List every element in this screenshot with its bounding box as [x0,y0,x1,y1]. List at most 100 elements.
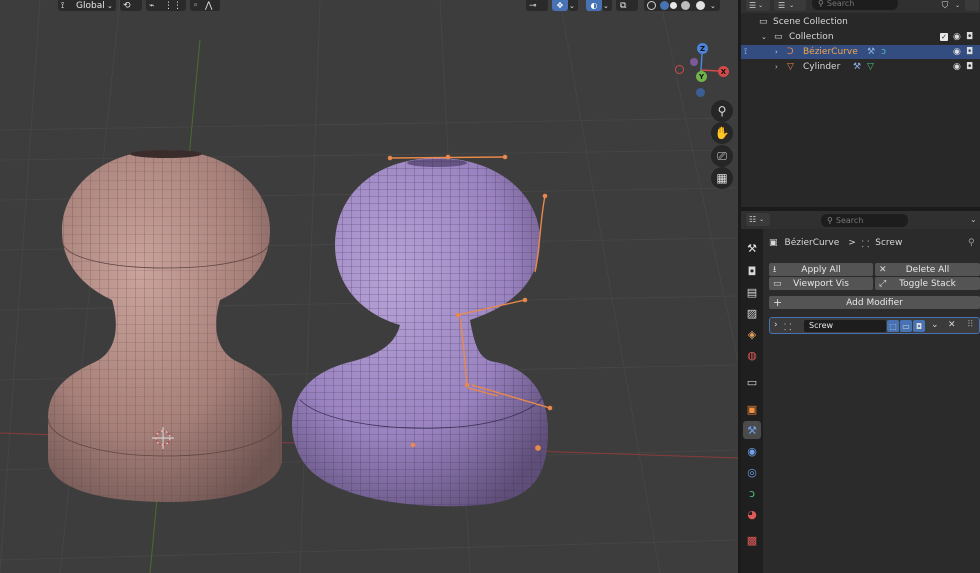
object-data-link-icon: ⟟ [744,47,748,57]
object-data-tab-icon[interactable]: ↄ [743,484,761,502]
edit-mode-toggle-icon[interactable]: ⬚ [887,320,899,332]
modifier-properties: ▣ BézierCurve > ⸬ Screw ⚲ ⭳ Apply All ✕ … [763,229,980,573]
chevron-right-icon[interactable]: › [775,48,778,56]
chevron-down-icon[interactable]: ⌄ [970,215,977,224]
render-camera-icon[interactable]: ◘ [966,47,973,57]
outliner-header: ☰ ⌄ ☰ ⌄ ⚲ ⛉ ⌄ [741,0,980,13]
outliner-editor-icon: ☰ [749,1,757,10]
chevron-down-icon: ⌄ [759,216,765,223]
apply-icon: ⭳ [773,264,777,275]
editor-type-button[interactable]: ☰ ⌄ [746,0,770,11]
pan-hand-icon[interactable]: ✋ [711,122,733,144]
physics-tab-icon[interactable]: ◎ [743,463,761,481]
chevron-down-icon: ⌄ [789,2,795,9]
output-tab-icon[interactable]: ▤ [743,283,761,301]
add-modifier-button[interactable]: + Add Modifier [769,296,980,309]
eye-icon[interactable]: ◉ [953,62,961,72]
collection-tab-icon[interactable]: ▭ [743,373,761,391]
chevron-right-icon[interactable]: › [775,63,778,71]
grid-icon[interactable]: ▦ [711,167,733,189]
scene-collection-icon: ▭ [759,17,768,27]
pink-mesh-object [47,150,283,502]
eye-icon[interactable]: ◉ [953,47,961,57]
3d-viewport[interactable]: ⟟ Global ⌄ ⟲ ⌁ ⋮⋮ ◦ ⋀ ⊸ ✥ ⌄ ◐ ⌄ ⧉ ⌄ Z Y … [0,0,738,573]
particles-tab-icon[interactable]: ◉ [743,442,761,460]
scene-collection-label: Scene Collection [773,17,848,27]
properties-search-field[interactable]: ⚲ [821,214,908,227]
tool-tab-icon[interactable]: ⚒ [743,239,761,257]
filter-icon[interactable]: ⛉ [937,0,953,11]
close-icon: ✕ [879,264,887,275]
chevron-down-icon: ⌄ [758,2,764,9]
scene-tab-icon[interactable]: ◈ [743,325,761,343]
search-icon: ⚲ [827,216,833,225]
curve-data-icon[interactable]: ↄ [881,47,886,57]
modifier-tab-icon[interactable]: ⚒ [743,421,761,439]
chevron-down-icon[interactable]: ⌄ [931,320,939,330]
close-icon[interactable]: ✕ [948,320,956,330]
view-layer-tab-icon[interactable]: ▨ [743,304,761,322]
apply-all-button[interactable]: ⭳ Apply All [769,263,873,276]
render-toggle-icon[interactable]: ◘ [913,320,925,332]
collection-label: Collection [789,32,834,42]
apply-all-label: Apply All [801,264,841,275]
object-tab-icon[interactable]: ▣ [743,400,761,418]
mesh-object-icon: ▽ [787,62,794,72]
object-label[interactable]: Cylinder [803,62,840,72]
outliner: ☰ ⌄ ☰ ⌄ ⚲ ⛉ ⌄ ▭ Scene Collection ⌄ ▭ Col… [741,0,980,207]
texture-tab-icon[interactable]: ▩ [743,531,761,549]
chevron-right-icon[interactable]: › [774,320,778,330]
outliner-object-row[interactable]: ⟟ › ᑐ BézierCurve ⚒ ↄ ◉ ◘ [741,45,980,59]
material-tab-icon[interactable]: ◕ [743,505,761,523]
properties-tab-bar: ⚒ ◘ ▤ ▨ ◈ ◍ ▭ ▣ ⚒ ◉ ◎ ↄ ◕ ▩ [741,229,763,573]
curve-object-icon: ᑐ [787,47,794,57]
render-camera-icon[interactable]: ◘ [966,32,973,42]
wrench-icon[interactable]: ⚒ [853,62,861,72]
curve-object-icon: ▣ [769,238,778,248]
render-camera-icon[interactable]: ◘ [966,62,973,72]
delete-all-button[interactable]: ✕ Delete All [875,263,980,276]
plus-icon: + [773,296,783,309]
modifier-name-field[interactable]: Screw [804,320,886,332]
outliner-scene-collection-row[interactable]: ▭ Scene Collection [741,15,980,29]
chevron-down-icon[interactable]: ⌄ [761,33,767,41]
collection-icon: ▭ [774,32,783,42]
new-collection-button[interactable] [965,0,979,11]
pin-icon[interactable]: ⚲ [968,238,975,248]
eye-icon[interactable]: ◉ [953,32,961,42]
camera-icon[interactable]: ⎚ [711,145,733,167]
object-label[interactable]: BézierCurve [803,47,858,57]
mesh-data-icon[interactable]: ▽ [867,62,874,72]
purple-mesh-object [292,158,548,507]
drag-handle-icon[interactable]: ⠿ [967,320,974,330]
outliner-search-input[interactable] [826,0,898,8]
screw-modifier-icon: ⸬ [784,323,792,333]
viewport-toggle-icon[interactable]: ▭ [900,320,912,332]
viewport-vis-button[interactable]: ▭ Viewport Vis [769,277,873,290]
screw-modifier-panel[interactable]: › ⸬ Screw ⬚ ▭ ◘ ⌄ ✕ ⠿ [769,317,980,334]
search-icon: ⚲ [818,0,824,8]
editor-type-button[interactable]: ☷ ⌄ [746,213,770,226]
outliner-search-field[interactable]: ⚲ [812,0,898,10]
add-modifier-label: Add Modifier [846,297,903,308]
display-mode-button[interactable]: ☰ ⌄ [774,0,806,11]
breadcrumb-modifier: Screw [875,238,903,248]
world-tab-icon[interactable]: ◍ [743,346,761,364]
toggle-stack-button[interactable]: ⤢ Toggle Stack [875,277,980,290]
breadcrumb-separator: > [848,238,856,248]
properties-editor: ☷ ⌄ ⚲ ⌄ ⚒ ◘ ▤ ▨ ◈ ◍ ▭ ▣ ⚒ ◉ ◎ ↄ ◕ ▩ ▣ Bé… [741,211,980,573]
screw-modifier-icon: ⸬ [861,239,870,250]
properties-search-input[interactable] [835,216,908,225]
wrench-icon[interactable]: ⚒ [867,47,875,57]
outliner-collection-row[interactable]: ⌄ ▭ Collection ✓ ◉ ◘ [741,30,980,44]
toggle-stack-label: Toggle Stack [899,278,956,289]
exclude-checkbox[interactable]: ✓ [940,33,948,41]
zoom-icon[interactable]: ⚲ [711,100,733,122]
render-tab-icon[interactable]: ◘ [743,262,761,280]
breadcrumb: ▣ BézierCurve > ⸬ Screw ⚲ [769,236,975,250]
breadcrumb-object: BézierCurve [784,238,840,248]
monitor-icon: ▭ [773,278,782,289]
delete-all-label: Delete All [905,264,950,275]
outliner-object-row[interactable]: › ▽ Cylinder ⚒ ▽ ◉ ◘ [741,60,980,74]
properties-editor-icon: ☷ [749,215,757,224]
